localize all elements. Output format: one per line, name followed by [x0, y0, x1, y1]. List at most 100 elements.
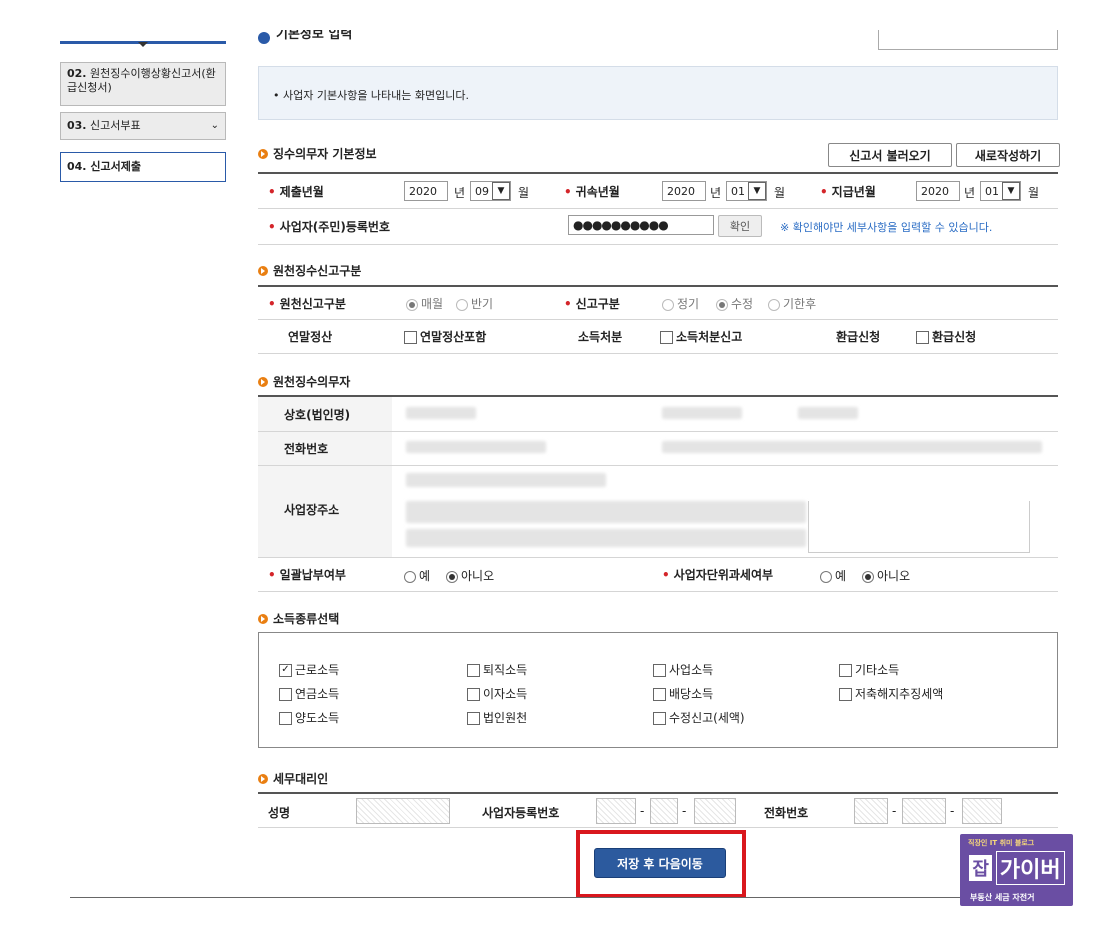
- bottom-divider: [70, 897, 1056, 898]
- income-checkbox-4[interactable]: 연금소득: [279, 685, 339, 702]
- income-checkbox[interactable]: 소득처분신고: [660, 328, 742, 345]
- bullet-icon: [258, 613, 268, 624]
- unit-yes-radio[interactable]: 예: [820, 567, 846, 584]
- section-title-basic: 징수의무자 기본정보: [258, 145, 377, 162]
- watermark-mark: 잡 가이버: [968, 850, 1066, 886]
- yearend-checkbox[interactable]: 연말정산포함: [404, 328, 486, 345]
- bulk-no-radio[interactable]: 아니오: [446, 567, 494, 584]
- attr-year-field[interactable]: 2020: [662, 181, 706, 201]
- sidebar-item-number: 03.: [67, 119, 87, 132]
- type-label: • 원천신고구분: [268, 297, 346, 311]
- income-checkbox-8[interactable]: 양도소득: [279, 709, 339, 726]
- watermark-line1: 직장인 IT 취미 블로그: [968, 839, 1035, 847]
- bizno-input-1[interactable]: [596, 798, 636, 824]
- tax-agent-table: 성명 사업자등록번호 - - 전화번호 - -: [258, 792, 1058, 828]
- agent-phone-input-1[interactable]: [854, 798, 888, 824]
- field-blurred: [798, 407, 858, 419]
- report-late-radio[interactable]: 기한후: [768, 295, 816, 312]
- pay-label: • 지급년월: [820, 185, 876, 199]
- info-box: • 사업자 기본사항을 나타내는 화면입니다.: [258, 66, 1058, 120]
- attr-label: • 귀속년월: [564, 185, 620, 199]
- income-types-box: ✓ 근로소득 퇴직소득 사업소득 기타소득 연금소득 이자소득 배당소득 저축해지…: [258, 632, 1058, 748]
- chevron-down-icon: ▼: [748, 182, 766, 200]
- bullet-icon: [258, 265, 268, 276]
- bullet-icon: [258, 148, 268, 159]
- top-right-box[interactable]: [878, 30, 1058, 50]
- table-row: • 원천신고구분 매월 반기 • 신고구분 정기 수정 기한후: [258, 287, 1058, 320]
- refund-label: 환급신청: [836, 330, 881, 344]
- yearend-label: 연말정산: [288, 330, 333, 344]
- pay-year-field[interactable]: 2020: [916, 181, 960, 201]
- chevron-down-icon: ⌄: [210, 120, 219, 131]
- phone-value-blurred: [406, 441, 546, 453]
- income-checkbox-1[interactable]: 퇴직소득: [467, 661, 527, 678]
- tax-agent-name-label: 성명: [268, 806, 291, 820]
- sidebar-item-submit[interactable]: 04. 신고서제출: [60, 152, 226, 182]
- section-title-agent: 원천징수의무자: [258, 373, 350, 390]
- sidebar-item-number: 04.: [67, 160, 87, 173]
- reg-label: • 사업자(주민)등록번호: [268, 220, 391, 234]
- field-blurred: [662, 407, 742, 419]
- year-unit: 년: [454, 186, 466, 200]
- type-half-radio[interactable]: 반기: [456, 295, 493, 312]
- income-checkbox-7[interactable]: 저축해지추징세액: [839, 685, 943, 702]
- tax-agent-name-input[interactable]: [356, 798, 450, 824]
- bulk-yes-radio[interactable]: 예: [404, 567, 430, 584]
- submit-year-field[interactable]: 2020: [404, 181, 448, 201]
- sidebar-item-label: 신고서제출: [90, 160, 141, 173]
- table-row: • 사업자(주민)등록번호 ●●●●●●●●●● 확인 ※ 확인해야만 세부사항을…: [258, 208, 1058, 245]
- income-checkbox-5[interactable]: 이자소득: [467, 685, 527, 702]
- refund-checkbox[interactable]: 환급신청: [916, 328, 976, 345]
- section-title-income-types: 소득종류선택: [258, 610, 339, 627]
- confirm-button[interactable]: 확인: [718, 215, 762, 237]
- type-monthly-radio[interactable]: 매월: [406, 295, 443, 312]
- income-checkbox-9[interactable]: 법인원천: [467, 709, 527, 726]
- bizno-input-2[interactable]: [650, 798, 678, 824]
- month-unit: 월: [1028, 186, 1040, 200]
- table-row: 연말정산 연말정산포함 소득처분 소득처분신고 환급신청 환급신청: [258, 319, 1058, 354]
- save-next-button[interactable]: 저장 후 다음이동: [594, 848, 726, 878]
- pay-month-select[interactable]: 01 ▼: [980, 181, 1021, 201]
- tax-agent-phone-label: 전화번호: [764, 806, 809, 820]
- report-amend-radio[interactable]: 수정: [716, 295, 753, 312]
- address-detail-field[interactable]: [808, 501, 1030, 553]
- income-checkbox-6[interactable]: 배당소득: [653, 685, 713, 702]
- reg-note: ※ 확인해야만 세부사항을 입력할 수 있습니다.: [780, 221, 993, 234]
- attr-month-select[interactable]: 01 ▼: [726, 181, 767, 201]
- bullet-icon: [258, 773, 268, 784]
- dash: -: [682, 804, 687, 818]
- income-checkbox-0[interactable]: ✓ 근로소득: [279, 661, 339, 678]
- dash: -: [950, 804, 955, 818]
- reg-number-field[interactable]: ●●●●●●●●●●: [568, 215, 714, 235]
- bizno-input-3[interactable]: [694, 798, 736, 824]
- income-label: 소득처분: [578, 330, 623, 344]
- agent-table: 상호(법인명) 전화번호 사업장주소 • 일괄납부여부 예 아니오 • 사업자단위과…: [258, 395, 1058, 592]
- address-blurred: [406, 501, 806, 523]
- income-checkbox-3[interactable]: 기타소득: [839, 661, 899, 678]
- bullet-icon: [258, 32, 270, 44]
- income-checkbox-2[interactable]: 사업소득: [653, 661, 713, 678]
- month-unit: 월: [774, 186, 786, 200]
- report-regular-radio[interactable]: 정기: [662, 295, 699, 312]
- dash: -: [640, 804, 645, 818]
- sidebar-item-attachments[interactable]: 03. 신고서부표 ⌄: [60, 112, 226, 140]
- unit-no-radio[interactable]: 아니오: [862, 567, 910, 584]
- table-row: • 제출년월 2020 년 09 ▼ 월 • 귀속년월 2020 년 01 ▼ 월 • 지…: [258, 174, 1058, 209]
- tax-agent-bizno-label: 사업자등록번호: [482, 806, 560, 820]
- income-checkbox-10[interactable]: 수정신고(세액): [653, 709, 745, 726]
- table-row: 사업장주소: [258, 465, 1058, 558]
- sidebar-item-label: 신고서부표: [90, 119, 141, 132]
- submit-month-select[interactable]: 09 ▼: [470, 181, 511, 201]
- agent-phone-input-3[interactable]: [962, 798, 1002, 824]
- unit-label: • 사업자단위과세여부: [662, 568, 774, 582]
- year-unit: 년: [710, 186, 722, 200]
- new-report-button[interactable]: 새로작성하기: [956, 143, 1060, 167]
- agent-phone-input-2[interactable]: [902, 798, 946, 824]
- sidebar-item-withholding-report[interactable]: 02. 원천징수이행상황신고서(환급신청서): [60, 62, 226, 106]
- load-report-button[interactable]: 신고서 불러오기: [828, 143, 952, 167]
- report-label: • 신고구분: [564, 297, 620, 311]
- table-row: 전화번호: [258, 431, 1058, 466]
- bullet-icon: [258, 376, 268, 387]
- table-row: • 일괄납부여부 예 아니오 • 사업자단위과세여부 예 아니오: [258, 557, 1058, 592]
- section-title-tax-agent: 세무대리인: [258, 770, 328, 787]
